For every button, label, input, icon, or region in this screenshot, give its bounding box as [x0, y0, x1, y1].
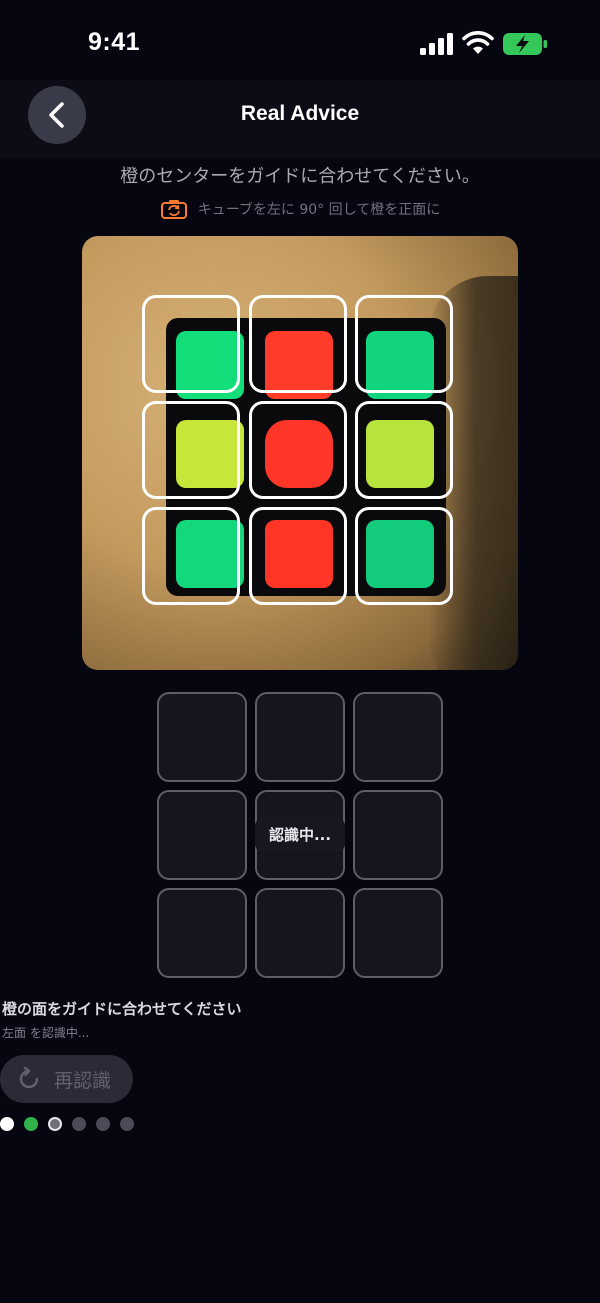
preview-cell	[255, 888, 345, 978]
header-bar: Real Advice	[0, 80, 600, 158]
preview-cell	[157, 790, 247, 880]
guide-cell	[249, 295, 347, 393]
preview-cell	[157, 888, 247, 978]
guide-cell	[249, 507, 347, 605]
progress-dots	[0, 1117, 134, 1131]
guide-cell	[355, 401, 453, 499]
wifi-icon	[462, 31, 494, 54]
cellular-signal-icon	[420, 33, 453, 55]
battery-charging-icon	[503, 33, 547, 55]
retry-button-label: 再認識	[54, 1069, 112, 1092]
guide-cell	[355, 507, 453, 605]
page-title: Real Advice	[240, 102, 360, 125]
guide-cell	[249, 401, 347, 499]
guide-cell	[142, 401, 240, 499]
camera-preview	[82, 236, 518, 670]
preview-cell	[353, 888, 443, 978]
recognizing-label: 認識中...	[255, 818, 345, 852]
preview-cell	[353, 790, 443, 880]
progress-dot	[24, 1117, 38, 1131]
status-bar: 9:41	[0, 0, 600, 88]
progress-dot	[120, 1117, 134, 1131]
status-time: 9:41	[88, 28, 141, 56]
guide-cell	[142, 507, 240, 605]
progress-dot	[96, 1117, 110, 1131]
progress-dot	[0, 1117, 14, 1131]
preview-cell	[353, 692, 443, 782]
retry-recognition-button[interactable]: 再認識	[0, 1055, 133, 1103]
sub-instruction: キューブを左に 90° 回して橙を正面に	[0, 198, 600, 220]
instruction-text: 橙のセンターをガイドに合わせてください。	[120, 166, 480, 187]
progress-dot	[72, 1117, 86, 1131]
guide-cell	[142, 295, 240, 393]
progress-dot	[48, 1117, 62, 1131]
bottom-instruction-title: 橙の面をガイドに合わせてください	[2, 1000, 242, 1018]
refresh-icon	[19, 1066, 39, 1089]
guide-cell	[355, 295, 453, 393]
rotate-camera-icon	[160, 200, 187, 219]
preview-cell	[157, 692, 247, 782]
preview-cell	[255, 692, 345, 782]
sub-instruction-label: キューブを左に 90° 回して橙を正面に	[197, 202, 441, 218]
bottom-instruction-subtitle: 左面 を認識中...	[2, 1026, 90, 1040]
